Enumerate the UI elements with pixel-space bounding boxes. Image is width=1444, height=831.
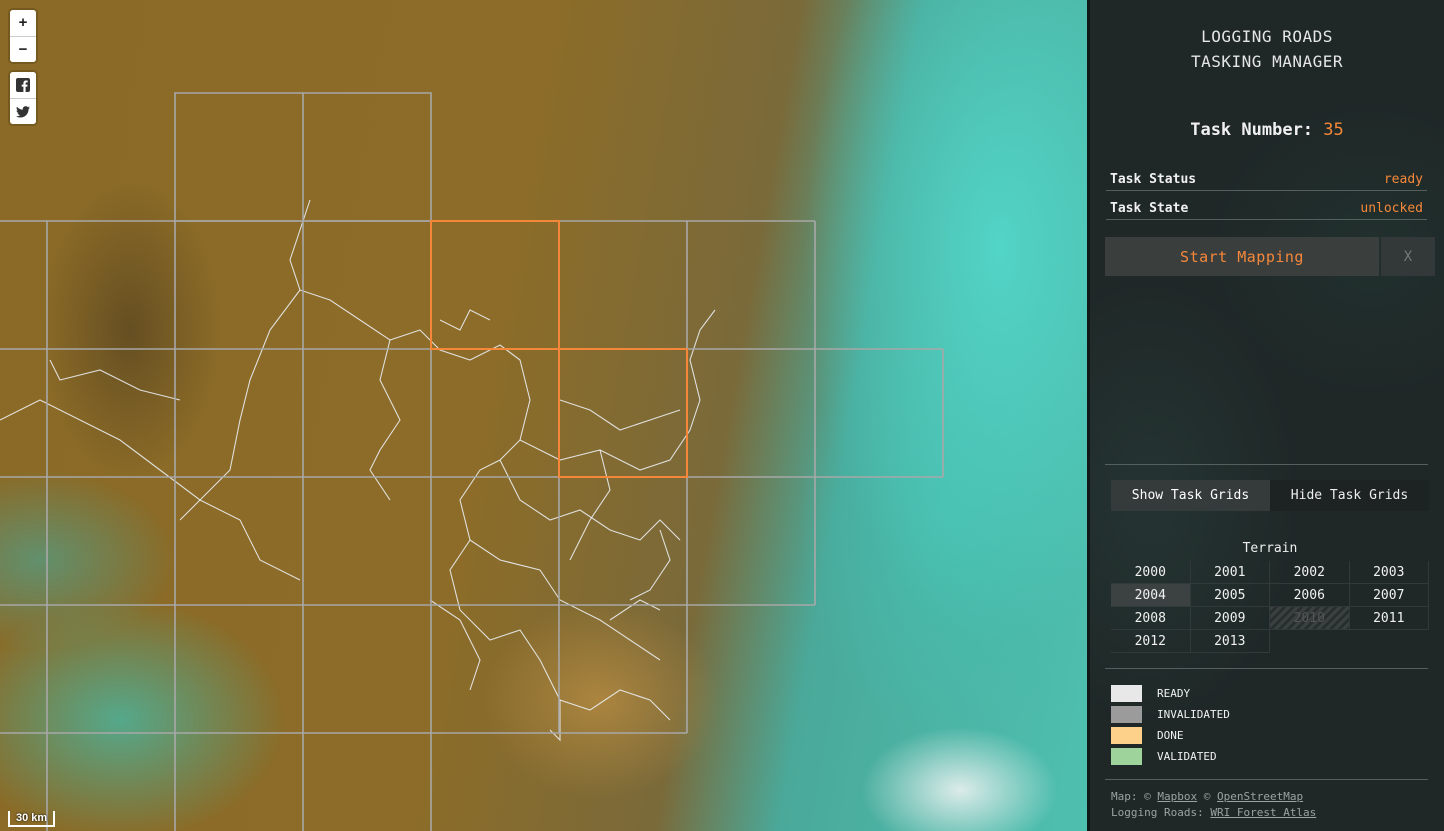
task-status-label: Task Status	[1110, 172, 1197, 187]
map-controls: + −	[10, 10, 36, 134]
app-title-line1: LOGGING ROADS	[1201, 27, 1333, 46]
terrain-year-2000[interactable]: 2000	[1111, 561, 1191, 584]
legend-item: DONE	[1111, 725, 1230, 746]
terrain-year-2001[interactable]: 2001	[1190, 561, 1270, 584]
legend-label: READY	[1157, 687, 1191, 700]
divider	[1105, 779, 1428, 780]
attribution-map-prefix: Map: ©	[1111, 790, 1151, 803]
attribution: Map: © Mapbox © OpenStreetMap Logging Ro…	[1111, 789, 1316, 821]
terrain-title: Terrain	[1242, 541, 1298, 556]
task-number: Task Number: 35	[1090, 120, 1444, 140]
map-scale: 30 km	[8, 811, 56, 827]
task-grid-cells[interactable]	[0, 92, 944, 831]
show-task-grids-button[interactable]: Show Task Grids	[1111, 480, 1270, 511]
legend-label: VALIDATED	[1157, 750, 1217, 763]
selected-task-cells[interactable]	[430, 220, 688, 478]
hide-task-grids-button[interactable]: Hide Task Grids	[1270, 480, 1429, 511]
terrain-year-2009[interactable]: 2009	[1190, 607, 1270, 630]
divider	[1105, 668, 1428, 669]
terrain-year-2007[interactable]: 2007	[1349, 584, 1429, 607]
terrain-year-2013[interactable]: 2013	[1190, 630, 1270, 653]
task-number-label: Task Number:	[1190, 120, 1314, 140]
task-status-row: Task Status ready	[1106, 162, 1427, 191]
start-mapping-button[interactable]: Start Mapping	[1105, 237, 1379, 276]
task-state-label: Task State	[1110, 201, 1189, 216]
task-state-value: unlocked	[1360, 201, 1423, 216]
satellite-map[interactable]: + − 30 km	[0, 0, 1087, 831]
legend-swatch	[1111, 727, 1142, 744]
app-title: LOGGING ROADS TASKING MANAGER	[1090, 24, 1444, 74]
twitter-icon	[16, 106, 30, 118]
task-status-value: ready	[1383, 172, 1423, 187]
share-control	[10, 72, 36, 124]
legend-item: INVALIDATED	[1111, 704, 1230, 725]
terrain-year-2012[interactable]: 2012	[1111, 630, 1191, 653]
terrain-year-2006[interactable]: 2006	[1270, 584, 1350, 607]
task-grid-layer	[0, 92, 944, 831]
sidebar: LOGGING ROADS TASKING MANAGER Task Numbe…	[1087, 0, 1444, 831]
legend-item: VALIDATED	[1111, 746, 1230, 767]
terrain-year-2008[interactable]: 2008	[1111, 607, 1191, 630]
close-task-button[interactable]: X	[1381, 237, 1435, 276]
terrain-year-2003[interactable]: 2003	[1349, 561, 1429, 584]
zoom-out-button[interactable]: −	[10, 36, 36, 62]
wri-forest-atlas-link[interactable]: WRI Forest Atlas	[1210, 806, 1316, 819]
task-grid-toggle: Show Task Grids Hide Task Grids	[1111, 480, 1429, 511]
legend-swatch	[1111, 706, 1142, 723]
legend-label: INVALIDATED	[1157, 708, 1230, 721]
zoom-in-button[interactable]: +	[10, 10, 36, 36]
legend-label: DONE	[1157, 729, 1184, 742]
terrain-year-2004[interactable]: 2004	[1111, 584, 1191, 607]
zoom-control: + −	[10, 10, 36, 62]
attribution-separator: ©	[1203, 790, 1211, 803]
logging-roads	[0, 199, 716, 742]
app-title-line2: TASKING MANAGER	[1191, 52, 1343, 71]
facebook-icon	[16, 78, 30, 93]
divider	[1105, 464, 1428, 465]
twitter-share-button[interactable]	[10, 98, 36, 124]
terrain-year-2005[interactable]: 2005	[1190, 584, 1270, 607]
openstreetmap-link[interactable]: OpenStreetMap	[1217, 790, 1303, 803]
task-number-value: 35	[1323, 120, 1344, 140]
task-actions: Start Mapping X	[1105, 237, 1435, 276]
legend-swatch	[1111, 685, 1142, 702]
terrain-year-2011[interactable]: 2011	[1349, 607, 1429, 630]
task-state-row: Task State unlocked	[1106, 191, 1427, 220]
mapbox-link[interactable]: Mapbox	[1157, 790, 1197, 803]
terrain-year-2010[interactable]: 2010	[1270, 607, 1350, 630]
facebook-share-button[interactable]	[10, 72, 36, 98]
attribution-roads-prefix: Logging Roads:	[1111, 806, 1204, 819]
terrain-year-grid: 2000 2001 2002 2003 2004 2005 2006 2007 2008 2009…	[1111, 561, 1429, 653]
status-legend: READY INVALIDATED DONE VALIDATED	[1111, 683, 1230, 767]
legend-item: READY	[1111, 683, 1230, 704]
terrain-year-2002[interactable]: 2002	[1270, 561, 1350, 584]
legend-swatch	[1111, 748, 1142, 765]
